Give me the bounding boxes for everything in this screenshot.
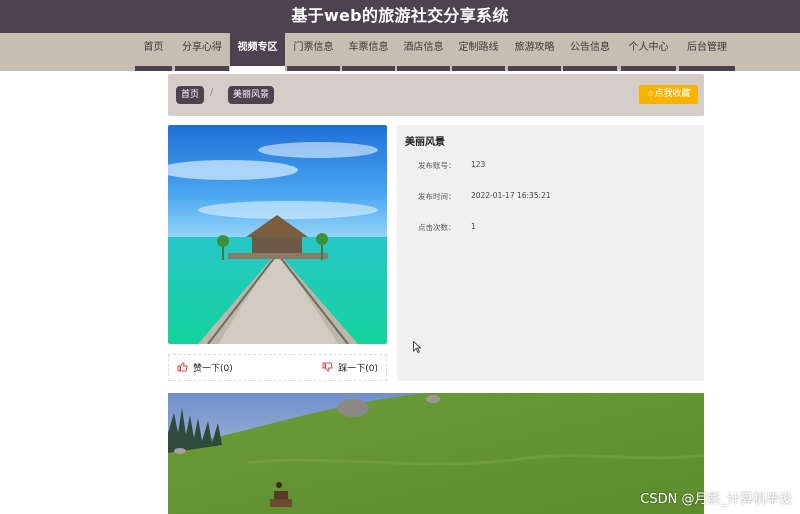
nav-item-admin[interactable]: 后台管理 [679,33,735,71]
click-count-label: 点击次数： [418,223,456,232]
thumbs-up-icon [177,362,188,372]
publisher-value: 123 [471,160,486,169]
nav-item-hotels[interactable]: 酒店信息 [397,33,450,71]
publisher-label: 发布账号： [418,161,456,170]
scenery-image [168,125,387,344]
nav-item-personal-center[interactable]: 个人中心 [621,33,676,71]
publish-time-value: 2022-01-17 16:35:21 [471,191,551,200]
nav-item-travel-guides[interactable]: 旅游攻略 [508,33,561,71]
reaction-bar: 赞一下(0) 踩一下(0) [168,354,387,381]
video-banner[interactable] [168,393,704,514]
breadcrumb: 首页 / 美丽风景 ☆点我收藏 [168,74,704,116]
nav-item-custom-routes[interactable]: 定制路线 [452,33,505,71]
nav-item-video-zone[interactable]: 视频专区 [230,33,285,71]
nav-item-share-experience[interactable]: 分享心得 [175,33,229,71]
mouse-cursor-icon [413,341,421,353]
nav-item-tickets[interactable]: 门票信息 [287,33,340,71]
like-button[interactable]: 赞一下(0) [177,361,233,374]
detail-panel: 美丽风景 发布账号： 123 发布时间： 2022-01-17 16:35:21… [397,125,704,381]
site-header: 基于web的旅游社交分享系统 [0,0,800,33]
click-count-value: 1 [471,222,476,231]
site-title: 基于web的旅游社交分享系统 [291,6,509,25]
publish-time-label: 发布时间： [418,192,456,201]
detail-title: 美丽风景 [405,137,445,148]
favorite-button[interactable]: ☆点我收藏 [639,85,698,104]
publish-time-row: 发布时间： 2022-01-17 16:35:21 [418,191,551,202]
nav-item-train-tickets[interactable]: 车票信息 [342,33,395,71]
dislike-label: 踩一下(0) [338,364,378,374]
nav-item-home[interactable]: 首页 [135,33,172,71]
breadcrumb-current: 美丽风景 [228,86,275,104]
publisher-row: 发布账号： 123 [418,160,485,171]
thumbs-down-icon [322,362,333,372]
breadcrumb-home[interactable]: 首页 [176,86,205,104]
watermark: CSDN @月影_计算机毕设 [640,492,792,507]
dislike-button[interactable]: 踩一下(0) [322,361,378,374]
main-nav: 首页 分享心得 视频专区 门票信息 车票信息 酒店信息 定制路线 旅游攻略 公告… [0,33,800,71]
breadcrumb-separator: / [210,87,214,98]
click-count-row: 点击次数： 1 [418,222,476,233]
nav-item-announcements[interactable]: 公告信息 [563,33,617,71]
like-label: 赞一下(0) [193,364,233,374]
